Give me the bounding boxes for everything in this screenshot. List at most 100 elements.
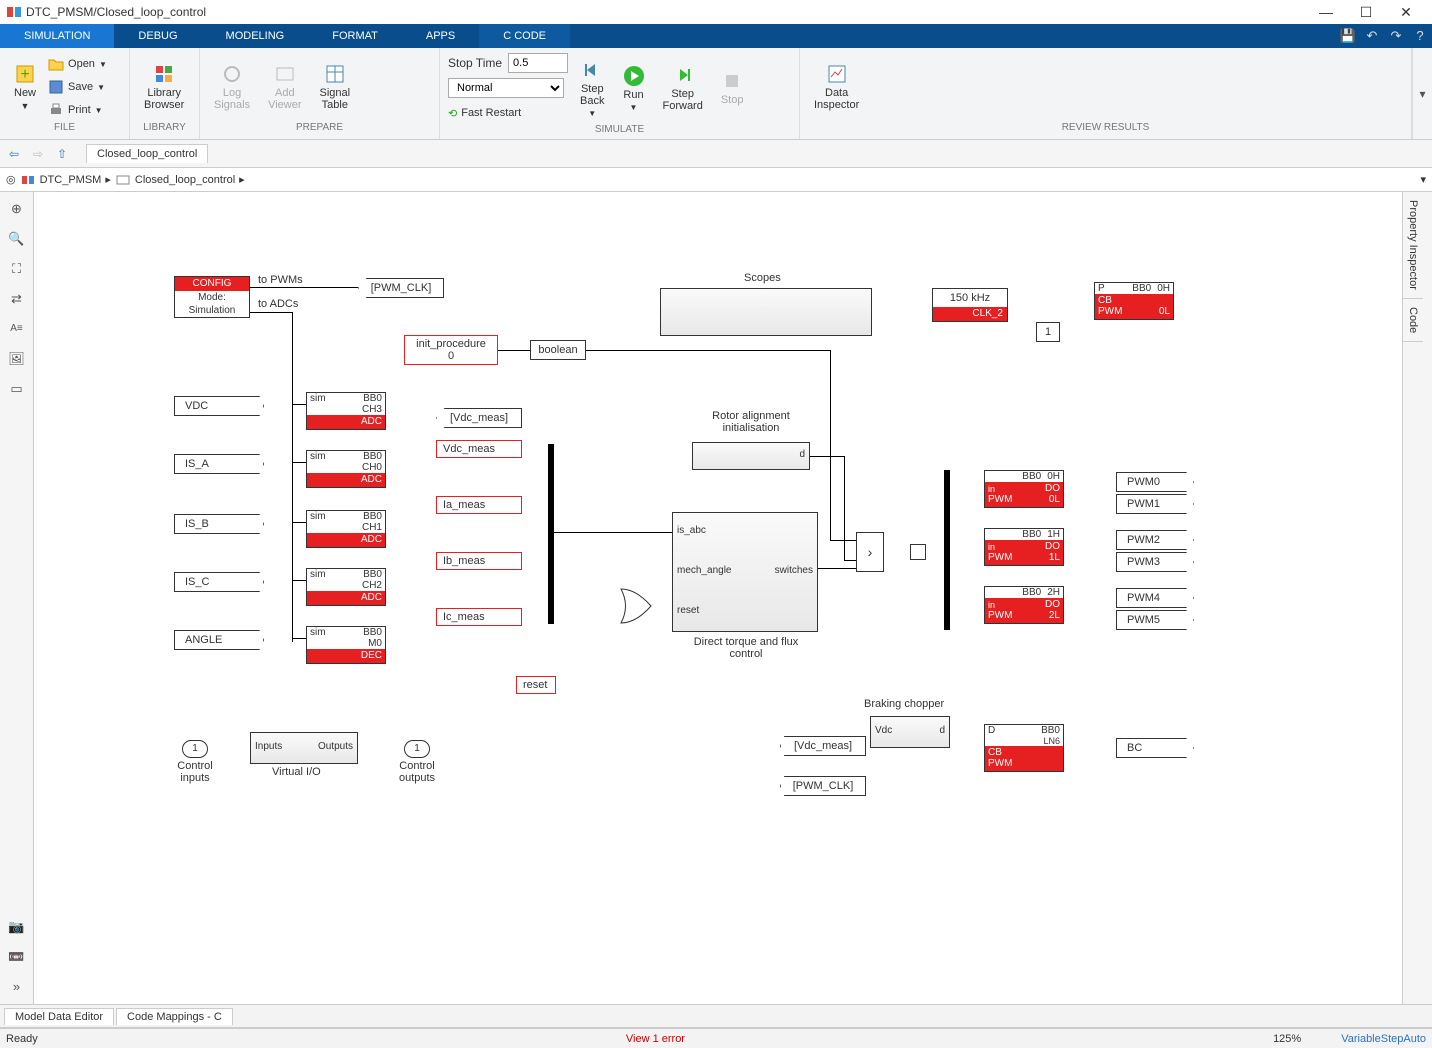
port-control-inputs[interactable]: 1: [182, 740, 208, 758]
status-solver[interactable]: VariableStepAuto: [1341, 1033, 1426, 1045]
block-cbpwm-top[interactable]: PBB00H CB PWM0L: [1094, 282, 1174, 320]
outport-pwm4[interactable]: PWM4: [1116, 588, 1194, 608]
outport-pwm0[interactable]: PWM0: [1116, 472, 1194, 492]
maximize-button[interactable]: ☐: [1346, 0, 1386, 24]
log-signals-button[interactable]: Log Signals: [208, 63, 256, 111]
block-clk2[interactable]: 150 kHzCLK_2: [932, 288, 1008, 322]
outport-pwm2[interactable]: PWM2: [1116, 530, 1194, 550]
block-config[interactable]: CONFIG Mode:Simulation: [174, 276, 250, 318]
tab-code[interactable]: Code: [1403, 299, 1423, 342]
block-reset[interactable]: reset: [516, 676, 556, 694]
goto-pwm-clk[interactable]: [PWM_CLK]: [358, 278, 444, 298]
inport-vdc[interactable]: VDC: [174, 396, 264, 416]
goto-vdc-meas[interactable]: [Vdc_meas]: [436, 408, 522, 428]
tab-property-inspector[interactable]: Property Inspector: [1403, 192, 1423, 299]
block-or-gate[interactable]: [616, 586, 656, 626]
library-browser-button[interactable]: Library Browser: [138, 63, 190, 111]
inport-is-c[interactable]: IS_C: [174, 572, 264, 592]
step-back-button[interactable]: Step Back▼: [574, 59, 610, 118]
save-quick-icon[interactable]: 💾: [1336, 24, 1360, 48]
block-demux[interactable]: [944, 470, 950, 630]
tab-format[interactable]: FORMAT: [308, 24, 402, 48]
port-control-outputs[interactable]: 1: [404, 740, 430, 758]
signal-table-button[interactable]: Signal Table: [314, 63, 357, 111]
tool-image-icon[interactable]: 🖼: [6, 348, 28, 370]
block-adc-ch1[interactable]: simBB0CH1ADC: [306, 510, 386, 548]
inport-is-b[interactable]: IS_B: [174, 514, 264, 534]
crumb-model[interactable]: DTC_PMSM: [40, 174, 102, 186]
print-button[interactable]: Print▼: [48, 99, 107, 121]
run-button[interactable]: Run▼: [617, 65, 651, 112]
block-switch[interactable]: ›: [856, 532, 884, 572]
diagram-canvas[interactable]: CONFIG Mode:Simulation to PWMs to ADCs […: [34, 192, 1402, 1004]
close-button[interactable]: ✕: [1386, 0, 1426, 24]
redo-icon[interactable]: ↷: [1384, 24, 1408, 48]
minimize-button[interactable]: —: [1306, 0, 1346, 24]
new-button[interactable]: + New ▼: [8, 63, 42, 111]
tool-annotate-icon[interactable]: A≡: [6, 318, 28, 340]
block-scopes[interactable]: [660, 288, 872, 336]
tab-debug[interactable]: DEBUG: [114, 24, 201, 48]
block-adc-ch2[interactable]: simBB0CH2ADC: [306, 568, 386, 606]
tool-filter-icon[interactable]: ⇄: [6, 288, 28, 310]
nav-up-icon[interactable]: ⇧: [52, 144, 72, 164]
block-rotor-align[interactable]: d: [692, 442, 810, 470]
block-mux[interactable]: [548, 444, 554, 624]
tab-ccode[interactable]: C CODE: [479, 24, 570, 48]
block-dopwm-0[interactable]: BB00HinDOPWM0L: [984, 470, 1064, 508]
block-virtual-io[interactable]: InputsOutputs: [250, 732, 358, 764]
from-ib-meas[interactable]: Ib_meas: [436, 552, 522, 570]
outport-pwm5[interactable]: PWM5: [1116, 610, 1194, 630]
from-vdc-meas[interactable]: Vdc_meas: [436, 440, 522, 458]
stop-button[interactable]: Stop: [715, 70, 750, 106]
from-vdc-meas2[interactable]: [Vdc_meas]: [780, 736, 866, 756]
from-ic-meas[interactable]: Ic_meas: [436, 608, 522, 626]
from-pwm-clk[interactable]: [PWM_CLK]: [780, 776, 866, 796]
block-selector[interactable]: [910, 544, 926, 560]
stop-time-input[interactable]: [508, 53, 568, 73]
tool-block-icon[interactable]: ▭: [6, 378, 28, 400]
tool-zoom-icon[interactable]: 🔍: [6, 228, 28, 250]
block-dec-m0[interactable]: simBB0M0DEC: [306, 626, 386, 664]
outport-pwm1[interactable]: PWM1: [1116, 494, 1194, 514]
block-dtfc[interactable]: is_abc mech_angle reset switches: [672, 512, 818, 632]
block-adc-ch3[interactable]: simBB0CH3ADC: [306, 392, 386, 430]
block-init-procedure[interactable]: init_procedure0: [404, 335, 498, 365]
nav-fwd-icon[interactable]: ⇨: [28, 144, 48, 164]
outport-pwm3[interactable]: PWM3: [1116, 552, 1194, 572]
ribbon-expand-arrow[interactable]: ▾: [1412, 48, 1432, 139]
add-viewer-button[interactable]: Add Viewer: [262, 63, 307, 111]
tab-modeling[interactable]: MODELING: [202, 24, 309, 48]
block-dopwm-1[interactable]: BB01HinDOPWM1L: [984, 528, 1064, 566]
block-cbpwm-bot[interactable]: DBB0LN6CBPWM: [984, 724, 1064, 772]
from-ia-meas[interactable]: Ia_meas: [436, 496, 522, 514]
crumb-dropdown-icon[interactable]: ▾: [1420, 173, 1426, 186]
nav-tab[interactable]: Closed_loop_control: [86, 144, 208, 163]
tab-simulation[interactable]: SIMULATION: [0, 24, 114, 48]
block-dopwm-2[interactable]: BB02HinDOPWM2L: [984, 586, 1064, 624]
tool-expand-icon[interactable]: »: [6, 976, 28, 998]
data-inspector-button[interactable]: Data Inspector: [808, 63, 865, 111]
status-error[interactable]: View 1 error: [626, 1033, 685, 1045]
tab-apps[interactable]: APPS: [402, 24, 479, 48]
inport-is-a[interactable]: IS_A: [174, 454, 264, 474]
undo-icon[interactable]: ↶: [1360, 24, 1384, 48]
tab-model-data-editor[interactable]: Model Data Editor: [4, 1008, 114, 1025]
inport-angle[interactable]: ANGLE: [174, 630, 264, 650]
block-boolean[interactable]: boolean: [530, 340, 586, 360]
tab-code-mappings[interactable]: Code Mappings - C: [116, 1008, 233, 1025]
save-button[interactable]: Save▼: [48, 76, 107, 98]
status-zoom[interactable]: 125%: [1273, 1033, 1301, 1045]
block-adc-ch0[interactable]: simBB0CH0ADC: [306, 450, 386, 488]
sim-mode-select[interactable]: Normal: [448, 78, 564, 98]
tool-camera-icon[interactable]: 📷: [6, 916, 28, 938]
crumb-sub[interactable]: Closed_loop_control: [135, 174, 235, 186]
help-icon[interactable]: ?: [1408, 24, 1432, 48]
block-const-1[interactable]: 1: [1036, 322, 1060, 342]
tool-fit-icon[interactable]: ⛶: [6, 258, 28, 280]
fast-restart-button[interactable]: ⟲Fast Restart: [448, 102, 568, 124]
nav-back-icon[interactable]: ⇦: [4, 144, 24, 164]
outport-bc[interactable]: BC: [1116, 738, 1194, 758]
open-button[interactable]: Open▼: [48, 53, 107, 75]
step-forward-button[interactable]: Step Forward: [657, 64, 709, 112]
